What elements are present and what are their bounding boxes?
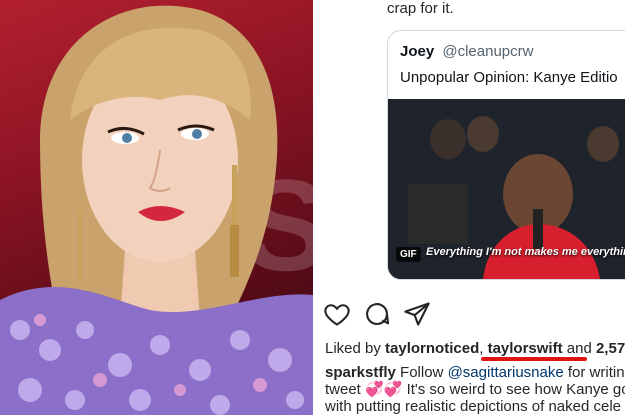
highlight-underline [481, 357, 587, 361]
comment-text-1: Follow [400, 364, 444, 381]
comment-mention[interactable]: @sagittariusnake [448, 364, 564, 381]
likes-count[interactable]: 2,579 [596, 340, 625, 357]
quoted-tweet-handle[interactable]: @cleanupcrw [442, 43, 533, 60]
sparkle-heart-emoji: 💞💞 [365, 381, 403, 398]
liked-by-separator: , [479, 340, 484, 357]
quoted-tweet-text: Unpopular Opinion: Kanye Editio [400, 69, 618, 86]
quoted-tweet-gif[interactable]: GIF Everything I'm not makes me everythi… [388, 99, 625, 279]
post-caption-fragment: crap for it. [387, 0, 454, 17]
quoted-tweet-display-name[interactable]: Joey [400, 43, 434, 60]
comment-text-2-rest: It's so weird to see how Kanye go [406, 381, 625, 398]
comment-line-2: tweet 💞💞 It's so weird to see how Kanye … [325, 381, 625, 398]
comment-username[interactable]: sparkstfly [325, 364, 396, 381]
gif-caption: Everything I'm not makes me everything I… [426, 246, 625, 258]
comment-line-3: with putting realistic depictions of nak… [325, 398, 622, 415]
paper-plane-icon[interactable] [403, 300, 431, 328]
celebrity-photo: AUS [0, 0, 313, 415]
comment-line-1: sparkstfly Follow @sagittariusnake for w… [325, 364, 625, 381]
gif-badge: GIF [396, 247, 421, 262]
liked-by-line: Liked by taylornoticed, taylorswift and … [325, 340, 625, 357]
instagram-post-panel: crap for it. Joey @cleanupcrw Unpopular … [313, 0, 625, 415]
liked-by-user-1[interactable]: taylornoticed [385, 340, 479, 357]
liked-by-and: and [566, 340, 592, 357]
comment-bubble-icon[interactable] [363, 300, 391, 328]
portrait-illustration [0, 5, 313, 415]
heart-outline-icon[interactable] [323, 300, 351, 328]
comment-text-1-rest: for writing [567, 364, 625, 381]
quoted-tweet-header: Joey @cleanupcrw [400, 43, 533, 60]
quoted-tweet-card[interactable]: Joey @cleanupcrw Unpopular Opinion: Kany… [387, 30, 625, 280]
liked-by-user-2[interactable]: taylorswift [488, 340, 563, 357]
liked-by-prefix: Liked by [325, 340, 381, 357]
post-comment: sparkstfly Follow @sagittariusnake for w… [325, 364, 625, 415]
comment-text-2-start: tweet [325, 381, 361, 398]
